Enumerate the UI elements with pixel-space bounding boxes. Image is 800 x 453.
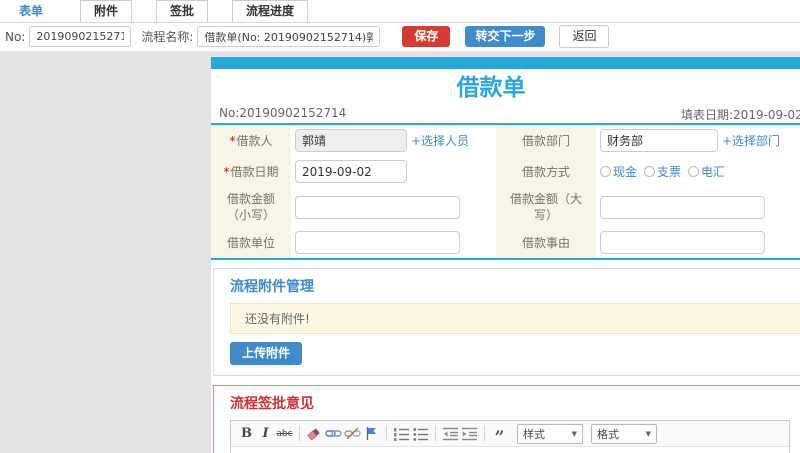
process-name-label: 流程名称: [141, 30, 194, 44]
editor-toolbar: B I abc ” 样式 ▼ 格式 ▼ [231, 421, 789, 447]
loan-reason-input[interactable] [600, 231, 765, 254]
radio-wire-transfer[interactable]: 电汇 [688, 163, 725, 180]
radio-circle-icon[interactable] [644, 166, 656, 177]
rich-text-editor: B I abc ” 样式 ▼ 格式 ▼ [230, 420, 790, 453]
tab-attachments[interactable]: 附件 [80, 0, 133, 22]
italic-button[interactable]: I [257, 425, 274, 443]
decrease-indent-icon[interactable] [442, 425, 459, 443]
select-department-link[interactable]: +选择部门 [722, 132, 780, 149]
amount-lowercase-label: 借款金额（小写） [211, 187, 291, 227]
screen: 表单 附件 签批 流程进度 No: 流程名称: 保存 转交下一步 返回 借款单 … [0, 0, 800, 453]
loan-unit-label: 借款单位 [211, 227, 291, 258]
increase-indent-icon[interactable] [461, 425, 478, 443]
amount-lowercase-input[interactable] [295, 195, 460, 219]
bullet-list-icon[interactable] [412, 425, 429, 443]
toolbar-separator [484, 426, 485, 441]
loan-form-panel: 借款单 No:20190902152714 填表日期:2019-09-02 15… [211, 57, 800, 453]
radio-cash[interactable]: 现金 [600, 163, 637, 180]
no-attachments-notice: 还没有附件! [230, 303, 800, 334]
chevron-down-icon: ▼ [571, 429, 577, 438]
loan-unit-input[interactable] [295, 231, 460, 254]
form-fill-date: 填表日期:2019-09-02 15:27:1 [681, 108, 800, 122]
required-marker: * [229, 133, 236, 148]
styles-dropdown[interactable]: 样式 ▼ [517, 423, 583, 444]
radio-circle-icon[interactable] [688, 166, 700, 177]
format-dropdown[interactable]: 格式 ▼ [591, 423, 657, 444]
page-title: 借款单 [456, 75, 526, 101]
loan-form-table: *借款人 +选择人员 借款部门 +选择部门 *借款日期 借款方式 [211, 123, 800, 260]
select-person-link[interactable]: +选择人员 [411, 132, 469, 149]
required-marker: * [223, 164, 230, 179]
loan-reason-field-cell [596, 227, 800, 258]
bold-button[interactable]: B [238, 425, 255, 443]
process-name-input[interactable] [197, 26, 381, 47]
form-meta: No:20190902152714 填表日期:2019-09-02 15:27:… [211, 103, 800, 123]
amount-uppercase-input[interactable] [600, 195, 765, 219]
loan-reason-label: 借款事由 [496, 227, 596, 258]
radio-circle-icon[interactable] [600, 166, 611, 177]
save-button[interactable]: 保存 [402, 26, 451, 47]
unlink-icon[interactable] [344, 425, 361, 443]
approval-section-title: 流程签批意见 [230, 396, 314, 412]
strikethrough-button[interactable]: abc [276, 425, 293, 443]
amount-uppercase-label: 借款金额（大写） [496, 187, 596, 227]
loan-method-field-cell: 现金 支票 电汇 [596, 156, 800, 187]
borrower-label: * 借款人 [211, 125, 291, 156]
department-field-cell: +选择部门 [596, 125, 800, 156]
attachments-section-title: 流程附件管理 [230, 279, 314, 295]
form-number: No:20190902152714 [219, 106, 347, 120]
amount-uppercase-field-cell [596, 187, 800, 227]
forward-next-step-button[interactable]: 转交下一步 [465, 26, 546, 47]
toolbar-separator [435, 426, 436, 441]
borrower-input[interactable] [295, 129, 407, 152]
anchor-flag-icon[interactable] [363, 425, 380, 443]
remove-format-eraser-icon[interactable] [306, 425, 323, 443]
toolbar-separator [299, 426, 300, 441]
no-label: No: [5, 29, 26, 44]
numbered-list-icon[interactable] [393, 425, 410, 443]
form-header-bar [211, 57, 800, 69]
loan-method-label: 借款方式 [496, 156, 596, 187]
loan-date-field-cell [291, 156, 496, 187]
loan-date-input[interactable] [295, 160, 407, 183]
back-button[interactable]: 返回 [559, 25, 610, 48]
chevron-down-icon: ▼ [645, 429, 651, 438]
borrower-field-cell: +选择人员 [291, 125, 496, 156]
tab-approval[interactable]: 签批 [156, 0, 209, 22]
loan-unit-field-cell [291, 227, 496, 258]
attachments-section: 流程附件管理 还没有附件! 上传附件 [213, 268, 800, 376]
tab-bar: 表单 附件 签批 流程进度 [0, 0, 800, 23]
approval-comments-section: 流程签批意见 B I abc ” 样式 ▼ 格式 ▼ [213, 385, 800, 453]
editor-content-area[interactable] [231, 447, 789, 453]
toolbar-separator [386, 426, 387, 441]
blockquote-icon[interactable]: ” [491, 425, 508, 446]
no-input[interactable] [29, 26, 132, 47]
radio-check[interactable]: 支票 [644, 163, 681, 180]
tab-form[interactable]: 表单 [6, 1, 57, 22]
amount-lowercase-field-cell [291, 187, 496, 227]
top-header: 表单 附件 签批 流程进度 No: 流程名称: 保存 转交下一步 返回 [0, 0, 800, 51]
form-title-wrap: 借款单 [211, 73, 771, 103]
department-label: 借款部门 [496, 125, 596, 156]
upload-attachment-button[interactable]: 上传附件 [230, 342, 303, 365]
action-toolbar: No: 流程名称: 保存 转交下一步 返回 [0, 23, 800, 50]
tab-process-progress[interactable]: 流程进度 [232, 0, 309, 22]
link-icon[interactable] [325, 425, 342, 443]
loan-method-radio-group: 现金 支票 电汇 [600, 163, 732, 180]
loan-date-label: * 借款日期 [211, 156, 291, 187]
department-input[interactable] [600, 129, 718, 152]
